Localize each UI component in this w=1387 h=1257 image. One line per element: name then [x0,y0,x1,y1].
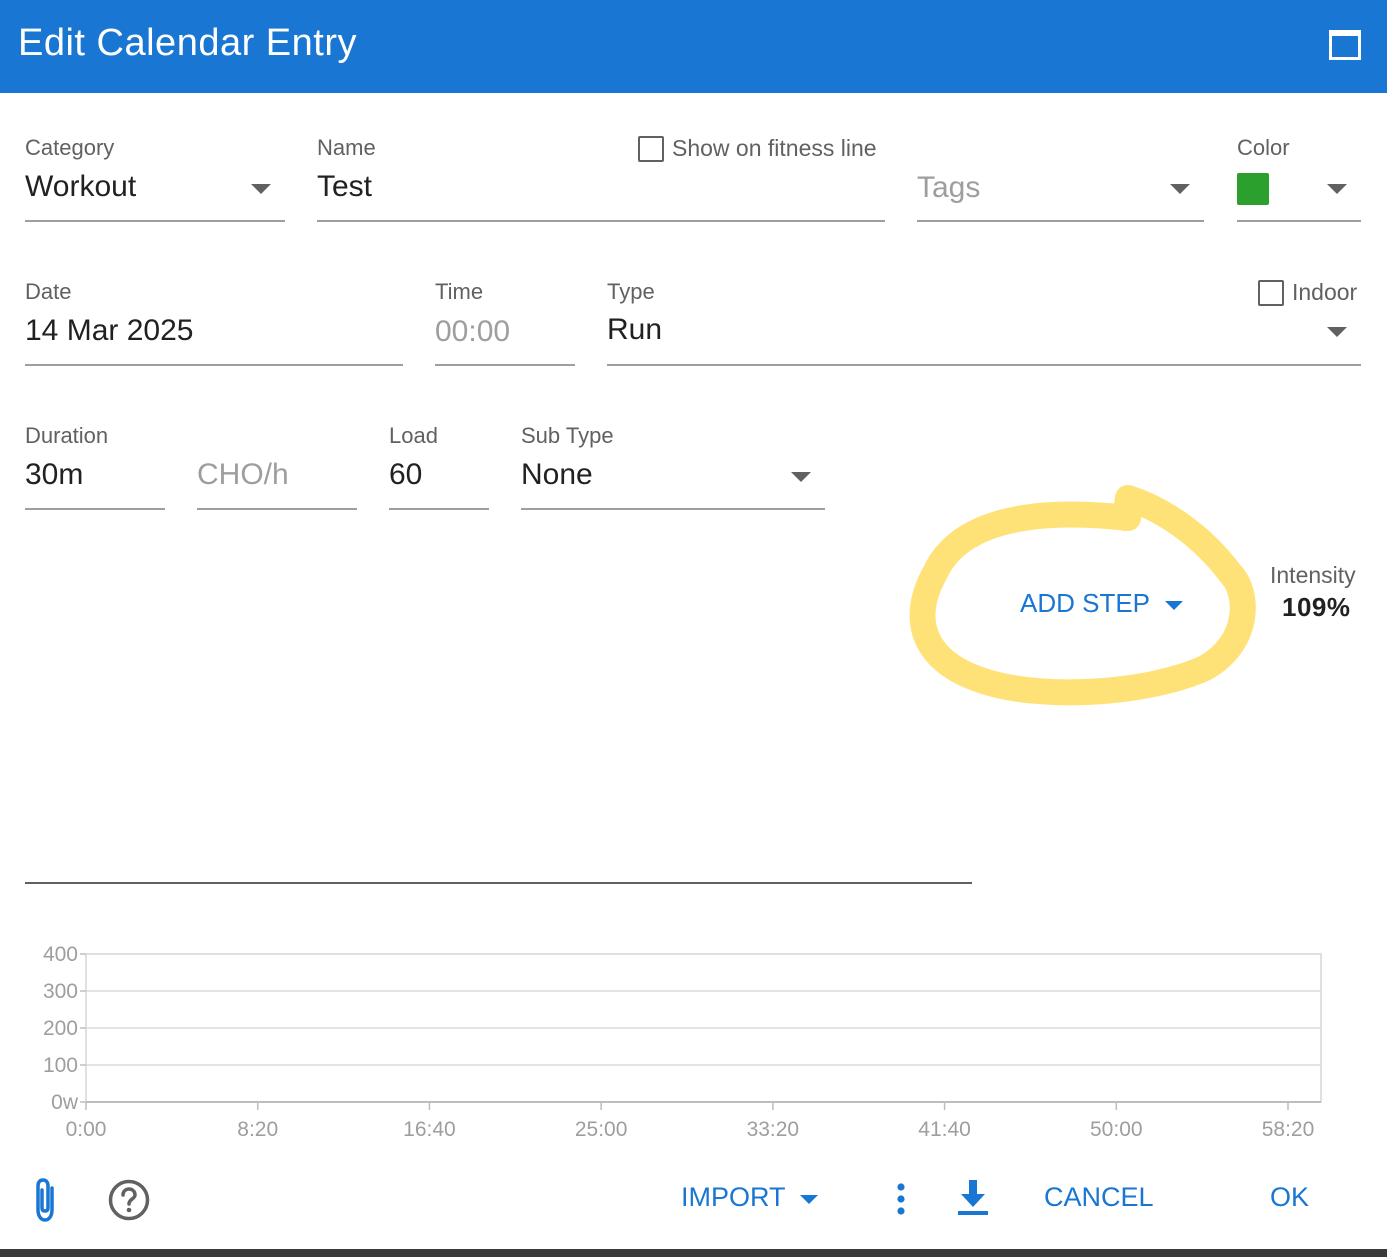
chart-y-tick-label: 300 [43,980,78,1003]
duration-field[interactable]: 30m [25,458,83,492]
chart-x-tick-label: 50:00 [1090,1118,1143,1141]
chart-x-tick-label: 25:00 [575,1118,628,1141]
category-select[interactable]: Workout [25,170,136,204]
chart-y-tick-label: 400 [43,943,78,966]
category-underline [25,220,285,222]
color-swatch[interactable] [1237,173,1269,205]
fitness-line-label: Show on fitness line [672,135,877,161]
chart-x-tick-label: 58:20 [1262,1118,1315,1141]
add-step-button[interactable]: ADD STEP [1020,588,1150,619]
name-field[interactable]: Test [317,170,372,204]
load-field[interactable]: 60 [389,458,422,492]
edit-calendar-dialog: Edit Calendar Entry Category Workout Nam… [0,0,1387,1257]
chart-x-tick-label: 41:40 [918,1118,971,1141]
category-label: Category [25,135,115,160]
intensity-value: 109% [1282,592,1351,622]
type-select[interactable]: Run [607,313,662,347]
subtype-label: Sub Type [521,423,614,448]
chart-x-tick-label: 33:20 [747,1118,800,1141]
chart-y-tick-label: 0w [51,1091,79,1114]
type-dropdown-icon[interactable] [1327,327,1347,337]
name-underline [317,220,885,222]
cho-field[interactable]: CHO/h [197,458,289,492]
maximize-icon[interactable] [1329,30,1361,60]
type-underline [607,364,1361,366]
color-dropdown-icon[interactable] [1327,184,1347,194]
duration-label: Duration [25,423,109,448]
chart-y-tick-label: 200 [43,1017,78,1040]
import-dropdown-icon[interactable] [800,1195,818,1204]
date-underline [25,364,403,366]
time-underline [435,364,575,366]
time-label: Time [435,279,484,304]
load-label: Load [389,423,438,448]
dialog-title: Edit Calendar Entry [18,22,357,64]
chart-x-tick-label: 0:00 [66,1118,107,1141]
paperclip-icon[interactable] [30,1176,62,1224]
cancel-button[interactable]: CANCEL [1044,1182,1154,1213]
cho-underline [197,508,357,510]
add-step-dropdown-icon[interactable] [1165,601,1183,610]
load-underline [389,508,489,510]
background-page-strip [0,1249,1387,1257]
import-button[interactable]: IMPORT [681,1182,786,1213]
intensity-label: Intensity [1270,562,1356,588]
subtype-underline [521,508,825,510]
chart-x-tick-label: 16:40 [403,1118,456,1141]
tags-dropdown-icon[interactable] [1170,184,1190,194]
chart-y-tick-label: 100 [43,1054,78,1077]
subtype-select[interactable]: None [521,458,593,492]
download-icon[interactable] [956,1178,990,1218]
color-underline [1237,220,1361,222]
help-circle-icon[interactable] [107,1178,151,1222]
fitness-line-checkbox[interactable] [638,136,664,162]
name-label: Name [317,135,376,160]
color-label: Color [1237,135,1290,160]
chart-x-tick-label: 8:20 [237,1118,278,1141]
type-label: Type [607,279,655,304]
category-dropdown-icon[interactable] [251,184,271,194]
duration-underline [25,508,165,510]
tags-underline [917,220,1204,222]
subtype-dropdown-icon[interactable] [791,472,811,482]
date-field[interactable]: 14 Mar 2025 [25,314,193,348]
ok-button[interactable]: OK [1270,1182,1309,1213]
tags-select[interactable]: Tags [917,171,980,205]
indoor-label: Indoor [1292,279,1358,305]
more-vert-icon[interactable] [893,1181,909,1217]
workout-editor-divider [25,882,972,884]
date-label: Date [25,279,72,304]
indoor-checkbox[interactable] [1258,280,1284,306]
power-chart: 400 300 200 100 0w 0:00 8:20 16:40 25:00 33:20 41:… [43,943,1322,1141]
time-field[interactable]: 00:00 [435,315,510,349]
